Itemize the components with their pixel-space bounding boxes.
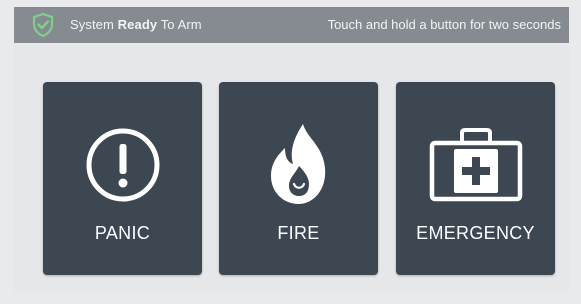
fire-button[interactable]: FIRE	[219, 82, 378, 275]
status-suffix: To Arm	[160, 17, 202, 32]
emergency-label: EMERGENCY	[416, 223, 535, 243]
system-status: System Ready To Arm	[70, 7, 202, 43]
panic-label: PANIC	[94, 223, 151, 243]
shield-check-icon	[32, 12, 54, 38]
panic-button[interactable]: PANIC	[43, 82, 202, 275]
instruction-hint: Touch and hold a button for two seconds	[327, 17, 561, 32]
flame-icon	[219, 120, 378, 210]
status-bar: System Ready To Arm Touch and hold a but…	[14, 7, 569, 43]
status-ready: Ready	[117, 17, 158, 32]
exclamation-circle-icon	[43, 120, 202, 210]
medical-kit-icon	[396, 120, 555, 210]
status-prefix: System	[70, 17, 114, 32]
emergency-button[interactable]: EMERGENCY	[396, 82, 555, 275]
fire-label: FIRE	[277, 223, 320, 243]
